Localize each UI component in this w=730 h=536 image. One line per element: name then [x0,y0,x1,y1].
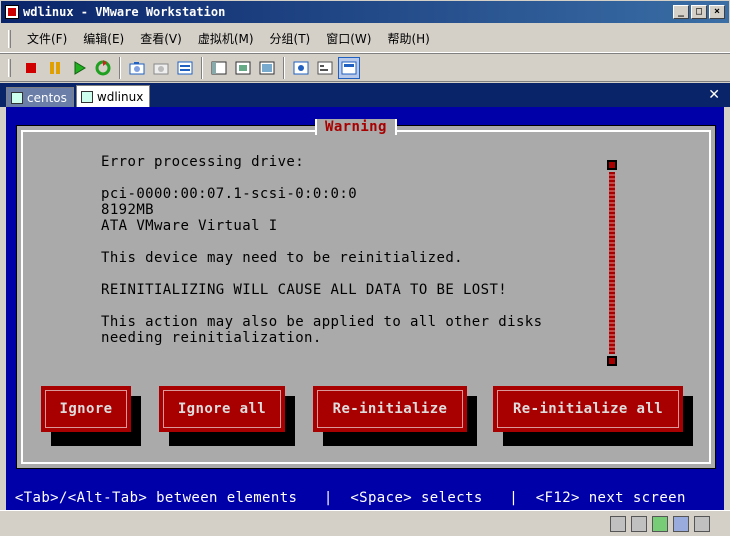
scroll-track[interactable] [609,172,615,354]
maximize-button[interactable]: □ [691,5,707,19]
button-label: Ignore [59,401,113,417]
quick-switch-icon[interactable] [256,57,278,79]
scroll-down-arrow[interactable] [607,356,617,366]
message-line: needing reinitialization. [101,330,322,346]
vm-icon [80,90,93,103]
tab-centos[interactable]: centos [6,87,74,107]
vm-icon [11,91,23,104]
suspend-icon[interactable] [44,57,66,79]
menu-vm[interactable]: 虚拟机(M) [190,30,262,47]
window-title: wdlinux - VMware Workstation [23,5,226,19]
message-line: This device may need to be reinitialized… [101,250,463,266]
ignore-all-button[interactable]: Ignore all [159,386,285,432]
message-scrollbar[interactable] [607,160,617,366]
title-bar: wdlinux - VMware Workstation _ □ × [0,0,730,24]
reinitialize-all-button[interactable]: Re-initialize all [493,386,683,432]
toolbar-separator [201,56,203,79]
menu-edit[interactable]: 编辑(E) [75,30,132,47]
minimize-button[interactable]: _ [673,5,689,19]
warning-dialog: Warning Error processing drive: pci-0000… [16,119,716,469]
tab-label: centos [27,90,67,105]
keyboard-hint-bar: <Tab>/<Alt-Tab> between elements | <Spac… [6,490,686,506]
reinitialize-button[interactable]: Re-initialize [313,386,467,432]
power-off-icon[interactable] [20,57,42,79]
button-label: Re-initialize [332,401,448,417]
message-line: 8192MB [101,202,154,218]
window-controls: _ □ × [673,5,725,19]
button-label: Re-initialize all [512,401,664,417]
message-line: This action may also be applied to all o… [101,314,543,330]
menu-windows[interactable]: 窗口(W) [318,30,379,47]
menu-file[interactable]: 文件(F) [19,30,75,47]
snapshot-manager-icon[interactable] [174,57,196,79]
tab-label: wdlinux [96,89,144,104]
menu-grip [8,29,11,48]
power-on-icon[interactable] [68,57,90,79]
revert-snapshot-icon[interactable] [150,57,172,79]
menu-team[interactable]: 分组(T) [262,30,319,47]
appliance-view-icon[interactable] [338,56,360,79]
summary-view-icon[interactable] [314,57,336,79]
dialog-title: Warning [315,119,397,135]
cdrom-icon[interactable] [631,515,647,532]
button-label: Ignore all [177,401,267,417]
message-line: REINITIALIZING WILL CAUSE ALL DATA TO BE… [101,282,508,298]
ignore-button[interactable]: Ignore [41,386,131,432]
status-bar [0,510,730,536]
fullscreen-icon[interactable] [232,57,254,79]
message-log-icon[interactable] [694,515,710,532]
toolbar [0,53,730,82]
toolbar-separator [119,56,121,79]
network-adapter-icon[interactable] [652,515,668,532]
snapshot-icon[interactable] [126,57,148,79]
menu-help[interactable]: 帮助(H) [379,30,437,47]
hard-disk-icon[interactable] [610,515,626,532]
close-tab-icon[interactable]: ✕ [708,87,720,103]
tab-wdlinux[interactable]: wdlinux [75,85,151,107]
message-line: pci-0000:00:07.1-scsi-0:0:0:0 [101,186,358,202]
vm-tab-strip: centos wdlinux ✕ [0,83,730,107]
scroll-up-arrow[interactable] [607,160,617,170]
menu-bar: 文件(F) 编辑(E) 查看(V) 虚拟机(M) 分组(T) 窗口(W) 帮助(… [0,25,730,53]
toolbar-separator [283,56,285,79]
vm-console-screen[interactable]: Warning Error processing drive: pci-0000… [6,107,724,510]
vmware-app-icon [5,5,19,19]
reset-icon[interactable] [92,57,114,79]
message-line: Error processing drive: [101,154,305,170]
message-line: ATA VMware Virtual I [101,218,278,234]
console-view-icon[interactable] [290,57,312,79]
normal-view-icon[interactable] [208,57,230,79]
toolbar-grip [8,58,11,77]
close-window-button[interactable]: × [709,5,725,19]
menu-view[interactable]: 查看(V) [132,30,190,47]
sound-card-icon[interactable] [673,515,689,532]
